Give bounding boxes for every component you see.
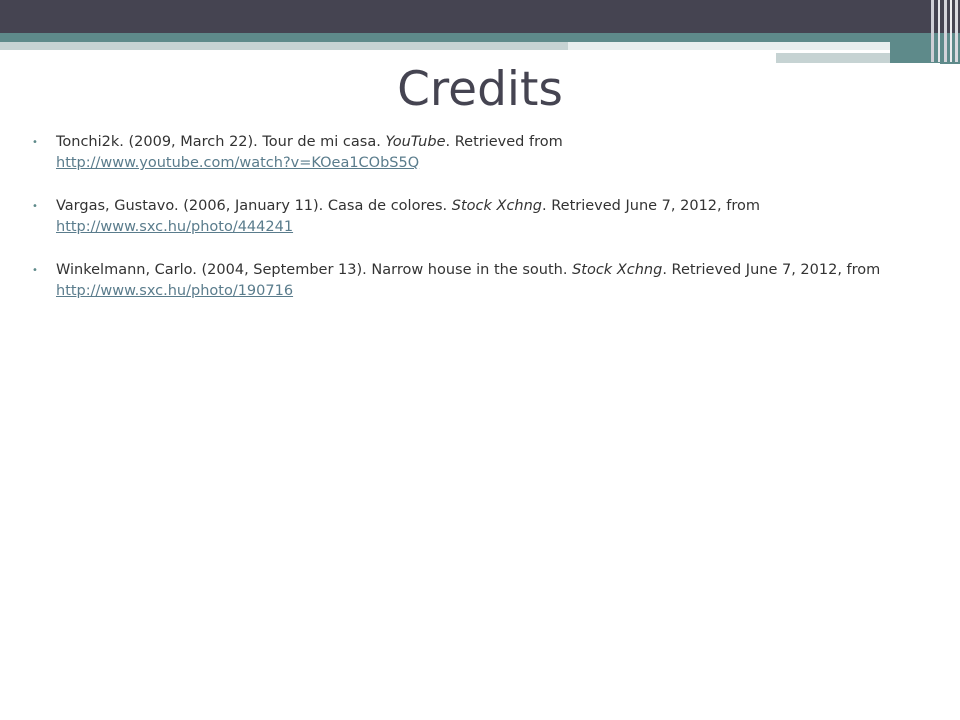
decorative-vertical-line (944, 0, 947, 62)
credit-source: Stock Xchng (572, 262, 663, 278)
credit-source: YouTube (385, 134, 446, 150)
header-stripe-left (0, 42, 568, 50)
decorative-vertical-line (950, 0, 952, 62)
credits-list: • Tonchi2k. (2009, March 22). Tour de mi … (32, 132, 912, 324)
credit-source: Stock Xchng (451, 198, 543, 214)
decorative-vertical-line (955, 0, 958, 62)
credit-retrieved: . Retrieved from (445, 134, 563, 150)
decorative-vertical-line (938, 0, 940, 62)
bullet-icon: • (32, 265, 38, 276)
credit-link[interactable]: http://www.sxc.hu/photo/444241 (56, 219, 293, 235)
credit-author-date: Winkelmann, Carlo. (2004, September 13). (56, 262, 372, 278)
credit-author-date: Vargas, Gustavo. (2006, January 11). (56, 198, 328, 214)
credit-item: • Vargas, Gustavo. (2006, January 11). Ca… (32, 196, 912, 238)
credit-title: Casa de colores. (327, 198, 452, 214)
bullet-icon: • (32, 201, 38, 212)
credit-title: Narrow house in the south. (371, 262, 573, 278)
credit-item: • Tonchi2k. (2009, March 22). Tour de mi … (32, 132, 912, 174)
credit-item: • Winkelmann, Carlo. (2004, September 13)… (32, 260, 912, 302)
header-banner (0, 0, 960, 33)
credit-retrieved: . Retrieved June 7, 2012, from (662, 262, 881, 278)
credit-retrieved: . Retrieved June 7, 2012, from (542, 198, 760, 214)
credit-author-date: Tonchi2k. (2009, March 22). (56, 134, 263, 150)
decorative-vertical-line (931, 0, 934, 62)
slide-title: Credits (397, 62, 563, 117)
credit-link[interactable]: http://www.youtube.com/watch?v=KOea1CObS… (56, 155, 419, 171)
bullet-icon: • (32, 137, 38, 148)
credit-title: Tour de mi casa. (262, 134, 386, 150)
header-accent-band (0, 33, 960, 42)
slide: Credits • Tonchi2k. (2009, March 22). Tou… (0, 0, 960, 720)
credit-link[interactable]: http://www.sxc.hu/photo/190716 (56, 283, 293, 299)
